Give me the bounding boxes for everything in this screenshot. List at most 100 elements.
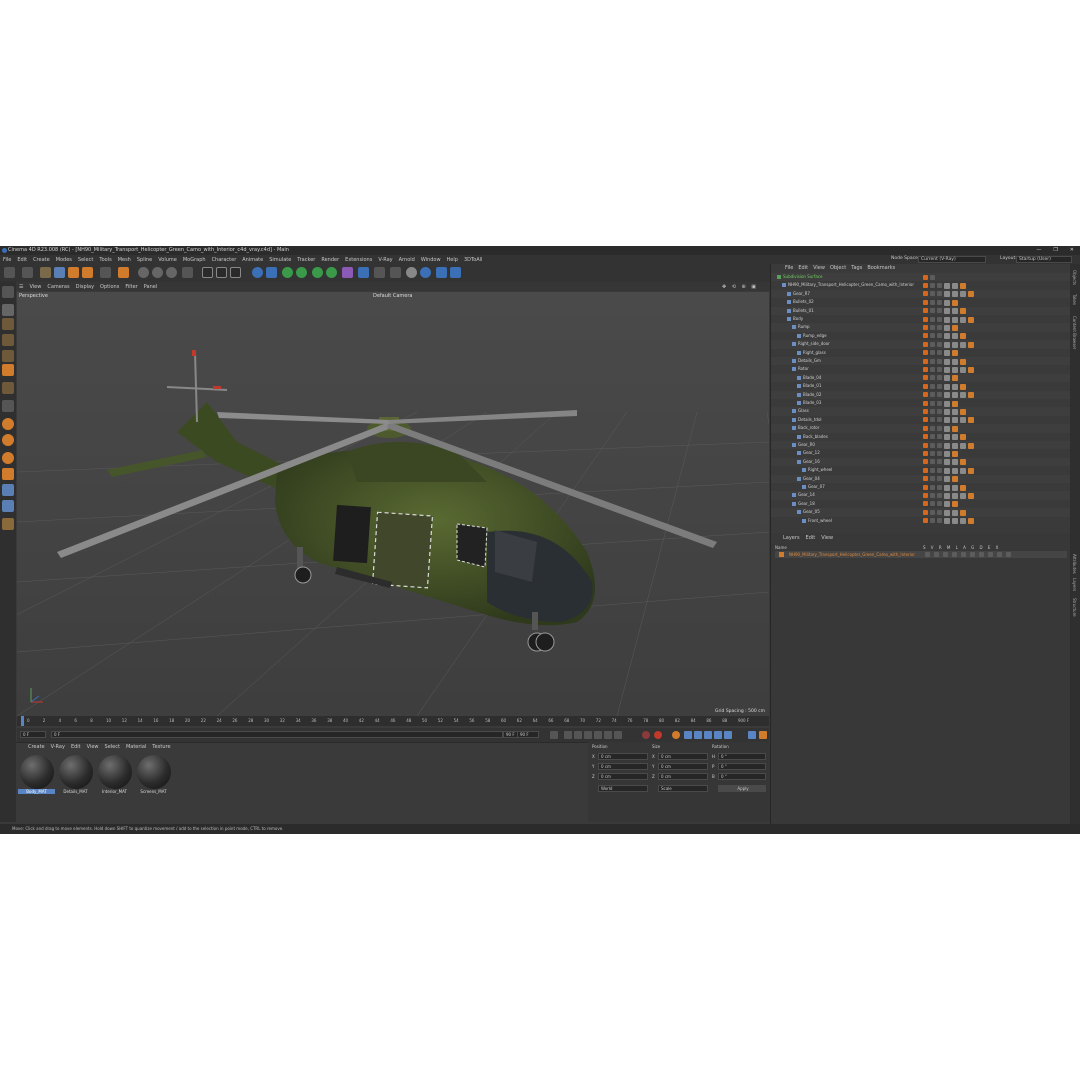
object-tags[interactable] [923,509,966,516]
material-tag-icon[interactable] [960,442,966,449]
material-tag-icon[interactable] [944,442,950,449]
object-tags[interactable] [923,333,966,340]
key-scale-icon[interactable] [694,731,702,739]
object-tags[interactable] [923,459,966,466]
visibility-toggle-icon[interactable] [923,501,928,507]
scale-tool-icon[interactable] [68,267,79,278]
key-parameter-icon[interactable] [714,731,722,739]
phong-tag-icon[interactable] [937,417,942,423]
phong-tag-icon[interactable] [937,425,942,431]
next-frame-icon[interactable] [594,731,602,739]
locked-workplane-icon[interactable] [2,518,14,530]
object-row[interactable]: Gear_14 [771,491,1071,500]
render-settings-icon[interactable] [230,267,241,278]
visibility-toggle-icon[interactable] [923,417,928,423]
material-tag-icon[interactable] [960,492,966,499]
vray-tag-icon[interactable] [968,392,974,399]
material-tag-icon[interactable] [952,341,958,348]
material-tag-icon[interactable] [960,417,966,424]
object-menu-view[interactable]: View [813,265,825,271]
vray-tag-icon[interactable] [952,450,958,457]
vray-tag-icon[interactable] [960,459,966,466]
object-row[interactable]: Right_side_door [771,340,1071,349]
material-tag-icon[interactable] [952,417,958,424]
visibility-toggle-icon[interactable] [923,366,928,372]
visibility-toggle-icon[interactable] [923,324,928,330]
apply-button[interactable]: Apply [718,785,766,792]
phong-tag-icon[interactable] [937,291,942,297]
phong-tag-icon[interactable] [937,501,942,507]
visibility-toggle-icon[interactable] [923,291,928,297]
tab-attributes[interactable]: Attributes [1072,554,1077,574]
object-row[interactable]: Gear_05 [771,508,1071,517]
layer-menu-edit[interactable]: Edit [806,535,816,541]
workplane-icon[interactable] [2,500,14,512]
perspective-viewport[interactable]: Perspective Default Camera Grid Spacing … [17,292,769,716]
go-to-end-icon[interactable] [614,731,622,739]
object-row[interactable]: Back_blades [771,432,1071,441]
viewport-solo-icon[interactable] [2,452,14,464]
start-frame-field[interactable]: 0 F [20,731,46,738]
object-tags[interactable] [923,383,966,390]
enable-check-icon[interactable] [930,341,935,347]
material-tag-icon[interactable] [952,366,958,373]
object-tags[interactable] [923,408,966,415]
enable-check-icon[interactable] [930,308,935,314]
visibility-toggle-icon[interactable] [923,282,928,288]
material-tag-icon[interactable] [952,383,958,390]
material-tag-icon[interactable] [960,518,966,525]
object-row[interactable]: Blade_03 [771,399,1071,408]
object-tags[interactable] [923,484,966,491]
field-icon[interactable] [326,267,337,278]
vray-tag-icon[interactable] [968,316,974,323]
object-tags[interactable] [923,324,958,331]
visibility-toggle-icon[interactable] [923,492,928,498]
material-tag-icon[interactable] [944,308,950,315]
go-to-start-icon[interactable] [550,731,558,739]
vray-tag-icon[interactable] [960,484,966,491]
object-tags[interactable] [923,316,974,323]
viewport-menu-view[interactable]: View [29,284,41,290]
key-rotation-icon[interactable] [704,731,712,739]
object-tags[interactable] [923,450,958,457]
object-row[interactable]: Blade_02 [771,390,1071,399]
material-swatch-interior[interactable]: Interior_MAT [96,755,133,797]
viewport-nav-icons[interactable]: ✥ ⟲ ⊕ ▣ [722,284,758,290]
object-tags[interactable] [923,341,974,348]
vray-tag-icon[interactable] [952,425,958,432]
layout-dropdown[interactable]: Startup (User) [1016,256,1072,263]
phong-tag-icon[interactable] [937,484,942,490]
visibility-toggle-icon[interactable] [923,467,928,473]
vray-tag-icon[interactable] [960,358,966,365]
material-tag-icon[interactable] [944,291,950,298]
material-tag-icon[interactable] [952,434,958,441]
visibility-toggle-icon[interactable] [923,358,928,364]
phong-tag-icon[interactable] [937,408,942,414]
enable-check-icon[interactable] [930,291,935,297]
material-menu-edit[interactable]: Edit [71,744,81,750]
previous-frame-icon[interactable] [574,731,582,739]
coordinate-mode-dropdown[interactable]: World [598,785,648,792]
array-icon[interactable] [296,267,307,278]
vray-logo-icon[interactable] [420,267,431,278]
visibility-toggle-icon[interactable] [923,509,928,515]
visibility-toggle-icon[interactable] [923,350,928,356]
enable-check-icon[interactable] [930,492,935,498]
rotation-h-field[interactable]: 0 ° [718,753,766,760]
enable-check-icon[interactable] [930,459,935,465]
object-row[interactable]: Subdivision Surface [771,273,1071,282]
vray-tag-icon[interactable] [968,518,974,525]
menu-3dtoall[interactable]: 3DToAll [464,257,483,263]
live-selection-icon[interactable] [40,267,51,278]
object-menu-tags[interactable]: Tags [851,265,862,271]
object-tags[interactable] [923,425,958,432]
minimize-button[interactable]: — [1036,246,1041,255]
enable-check-icon[interactable] [930,476,935,482]
material-tag-icon[interactable] [944,366,950,373]
material-tag-icon[interactable] [952,282,958,289]
object-tags[interactable] [923,282,966,289]
object-row[interactable]: Gear_R0 [771,441,1071,450]
enable-check-icon[interactable] [930,400,935,406]
undo-icon[interactable] [4,267,15,278]
tab-content-browser[interactable]: Content Browser [1072,316,1077,349]
